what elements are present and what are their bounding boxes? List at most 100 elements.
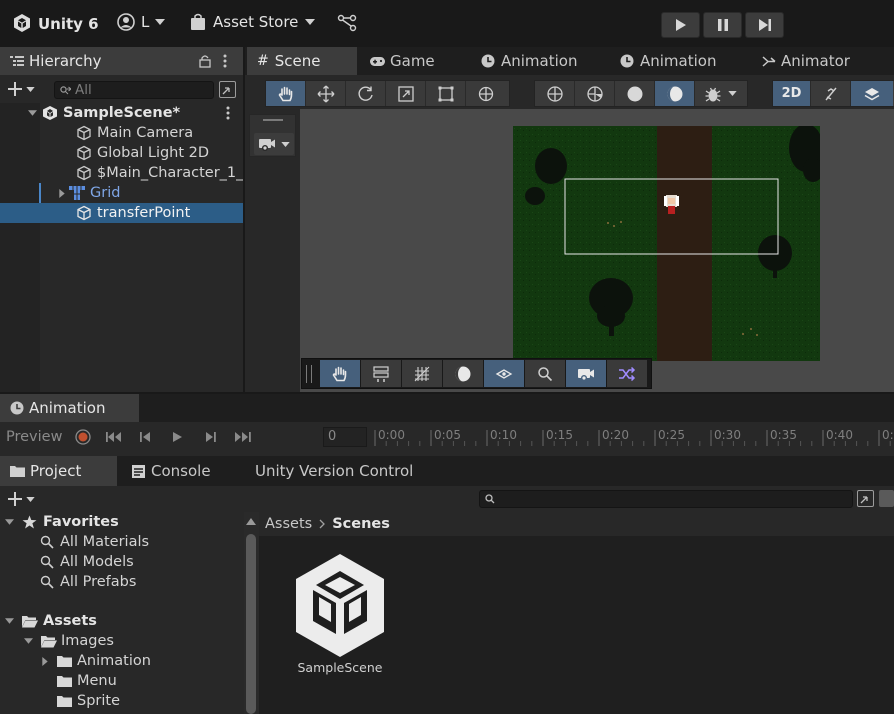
tab-label: Project: [30, 462, 82, 480]
chevron-down-icon[interactable]: [24, 638, 33, 644]
hierarchy-item-global-light[interactable]: Global Light 2D: [0, 143, 243, 163]
hierarchy-item-main-camera[interactable]: Main Camera: [0, 123, 243, 143]
version-control-icon[interactable]: [337, 14, 357, 32]
view-tools: [534, 80, 748, 107]
overlay-tile-palette-button[interactable]: [361, 360, 401, 387]
hierarchy-search-input[interactable]: All: [54, 81, 214, 99]
chevron-right-icon[interactable]: [42, 656, 48, 666]
step-button[interactable]: [745, 12, 784, 38]
asset-store-dropdown[interactable]: Asset Store: [190, 13, 316, 31]
tab-animation-1[interactable]: Animation: [471, 47, 587, 75]
pause-button[interactable]: [703, 12, 742, 38]
search-options-icon[interactable]: [857, 490, 874, 507]
tab-project[interactable]: Project: [0, 456, 117, 486]
tab-animation-window[interactable]: Animation: [0, 394, 139, 422]
overlay-grid-button[interactable]: [402, 360, 442, 387]
images-folder-row[interactable]: Images: [24, 631, 114, 651]
overlay-search-button[interactable]: [525, 360, 565, 387]
scale-tool-button[interactable]: [386, 81, 426, 106]
item-label: transferPoint: [97, 205, 191, 221]
assets-folder-row[interactable]: Assets: [5, 611, 97, 631]
create-asset-button[interactable]: [7, 491, 35, 507]
preview-toggle[interactable]: Preview: [0, 429, 66, 445]
chevron-down-icon[interactable]: [28, 110, 37, 116]
shading-solid-button[interactable]: [615, 81, 655, 106]
orientation-button[interactable]: [535, 81, 575, 106]
search-options-icon[interactable]: [219, 81, 236, 98]
transform-tool-button[interactable]: [466, 81, 506, 106]
shading-lit-button[interactable]: [655, 81, 695, 106]
mode-2d-button[interactable]: 2D: [773, 81, 811, 106]
kebab-menu-icon[interactable]: [223, 54, 227, 68]
favorite-all-models[interactable]: All Models: [40, 552, 134, 572]
menu-folder-row[interactable]: Menu: [57, 671, 117, 691]
hand-tool-button[interactable]: [266, 81, 306, 106]
search-icon: [40, 535, 54, 549]
overlay-visibility-button[interactable]: [484, 360, 524, 387]
kebab-menu-icon[interactable]: [226, 106, 230, 120]
project-search-input[interactable]: [479, 490, 853, 508]
asset-label: SampleScene: [297, 660, 383, 675]
chevron-down-icon[interactable]: [5, 519, 14, 525]
tab-animator[interactable]: Animator: [752, 47, 860, 75]
favorite-all-materials[interactable]: All Materials: [40, 532, 149, 552]
hierarchy-item-grid[interactable]: Grid: [0, 183, 243, 203]
sprite-folder-row[interactable]: Sprite: [57, 691, 120, 711]
timeline-tick-label: 0:35: [770, 428, 797, 442]
debug-draw-dropdown[interactable]: [695, 81, 745, 106]
next-key-icon[interactable]: [203, 431, 217, 443]
hierarchy-item-main-character[interactable]: $Main_Character_1_: [0, 163, 243, 183]
overlay-hand-button[interactable]: [320, 360, 360, 387]
add-object-button[interactable]: [7, 81, 35, 97]
tree-scrollbar[interactable]: [244, 512, 259, 714]
favorites-row[interactable]: Favorites: [5, 512, 119, 532]
first-key-icon[interactable]: [105, 431, 123, 443]
camera-mode-dropdown[interactable]: [254, 133, 294, 155]
scroll-up-icon[interactable]: [246, 518, 256, 525]
account-label: L: [141, 13, 150, 31]
chevron-down-icon: [281, 141, 290, 147]
animation-folder-row[interactable]: Animation: [42, 651, 151, 671]
images-label: Images: [61, 633, 114, 649]
tab-version-control[interactable]: Unity Version Control: [245, 456, 423, 486]
record-icon[interactable]: [75, 429, 91, 445]
lock-icon[interactable]: [199, 54, 211, 68]
breadcrumb-assets[interactable]: Assets: [265, 516, 312, 532]
last-key-icon[interactable]: [233, 431, 253, 443]
hierarchy-item-transfer-point[interactable]: transferPoint: [0, 203, 243, 223]
overlay-camera-button[interactable]: [566, 360, 606, 387]
chevron-down-icon[interactable]: [5, 618, 14, 624]
rect-tool-button[interactable]: [426, 81, 466, 106]
asset-sample-scene[interactable]: SampleScene: [285, 552, 395, 675]
play-icon[interactable]: [171, 431, 183, 443]
scene-viewport[interactable]: [300, 109, 894, 392]
unity-logo-icon: [12, 13, 32, 33]
drag-handle-icon[interactable]: [306, 364, 312, 383]
frame-field[interactable]: 0: [323, 427, 367, 447]
tab-console[interactable]: Console: [122, 456, 221, 486]
shading-wire-button[interactable]: [575, 81, 615, 106]
drag-handle-icon[interactable]: [263, 119, 283, 121]
prev-key-icon[interactable]: [139, 431, 153, 443]
lighting-toggle-button[interactable]: [811, 81, 851, 106]
layers-icon: [864, 87, 880, 100]
tab-animation-2[interactable]: Animation: [610, 47, 726, 75]
layout-options-icon[interactable]: [879, 490, 894, 507]
breadcrumb-scenes[interactable]: Scenes: [332, 516, 390, 532]
play-button[interactable]: [661, 12, 700, 38]
tab-scene[interactable]: # Scene: [247, 47, 357, 75]
scrollbar-thumb[interactable]: [246, 534, 256, 714]
chevron-right-icon[interactable]: [59, 188, 65, 198]
rotate-tool-button[interactable]: [346, 81, 386, 106]
plus-icon: [8, 82, 22, 96]
gameobject-cube-icon: [77, 145, 91, 161]
scene-root-row[interactable]: SampleScene*: [0, 103, 243, 123]
account-dropdown[interactable]: L: [117, 13, 166, 31]
animation-timeline[interactable]: 0:00 0:05 0:10 0:15 0:20 0:25 0:30 0:35 0:40 0:4: [372, 424, 894, 450]
move-tool-button[interactable]: [306, 81, 346, 106]
overlay-shuffle-button[interactable]: [607, 360, 647, 387]
tab-game[interactable]: Game: [359, 47, 445, 75]
layers-button[interactable]: [851, 81, 893, 106]
favorite-all-prefabs[interactable]: All Prefabs: [40, 572, 136, 592]
overlay-lighting-button[interactable]: [443, 360, 483, 387]
